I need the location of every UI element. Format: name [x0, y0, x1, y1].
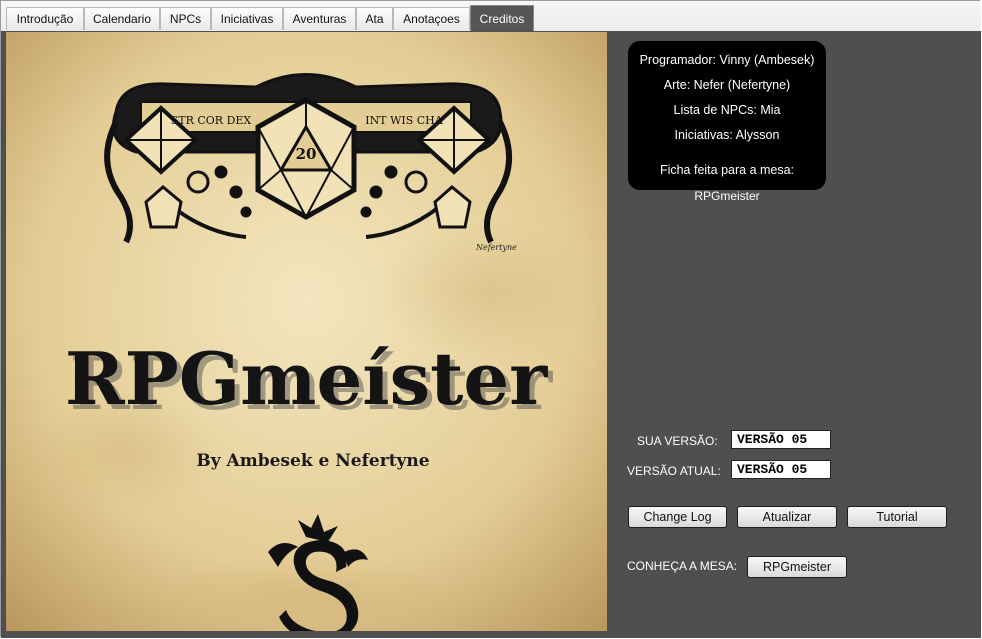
- tab-creditos[interactable]: Creditos: [470, 5, 534, 31]
- artist-signature: Nefertyne: [475, 243, 517, 252]
- meet-table-label: CONHEÇA A MESA:: [627, 559, 738, 573]
- credit-npc-list: Lista de NPCs: Mia: [673, 103, 781, 117]
- credit-made-for: Ficha feita para a mesa:: [659, 163, 795, 177]
- credit-programmer: Programador: Vinny (Ambesek): [639, 53, 815, 67]
- tab-calendario[interactable]: Calendario: [84, 7, 160, 30]
- tab-introducao[interactable]: Introdução: [6, 7, 84, 30]
- tab-ata[interactable]: Ata: [356, 7, 393, 30]
- poster-title: RPGmeíster: [65, 336, 548, 421]
- dice-label-right: INT WIS CHA: [365, 114, 443, 127]
- current-version-value: VERSÃO 05: [731, 460, 831, 479]
- credits-box: Programador: Vinny (Ambesek) Arte: Nefer…: [628, 41, 826, 190]
- poster-subtitle: By Ambesek e Nefertyne: [196, 451, 429, 471]
- your-version-value: VERSÃO 05: [731, 430, 831, 449]
- credit-initiatives: Iniciativas: Alysson: [674, 128, 780, 142]
- credit-art: Arte: Nefer (Nefertyne): [663, 78, 791, 92]
- tab-bar: Introdução Calendario NPCs Iniciativas A…: [1, 1, 981, 32]
- app-window: Introdução Calendario NPCs Iniciativas A…: [0, 0, 981, 638]
- update-button[interactable]: Atualizar: [737, 506, 837, 528]
- tab-iniciativas[interactable]: Iniciativas: [211, 7, 283, 30]
- credit-table-name: RPGmeister: [694, 189, 760, 203]
- rpgmeister-poster: 20 STR COR DEX INT WIS CHA Nefertyne RPG…: [6, 32, 607, 631]
- your-version-label: SUA VERSÃO:: [637, 434, 718, 448]
- tab-npcs[interactable]: NPCs: [160, 7, 211, 30]
- credits-panel: 20 STR COR DEX INT WIS CHA Nefertyne RPG…: [1, 31, 981, 638]
- meet-table-button[interactable]: RPGmeister: [747, 556, 847, 578]
- d20-face-number: 20: [296, 145, 317, 163]
- tutorial-button[interactable]: Tutorial: [847, 506, 947, 528]
- tab-anotacoes[interactable]: Anotaçoes: [393, 7, 470, 30]
- tab-aventuras[interactable]: Aventuras: [283, 7, 356, 30]
- changelog-button[interactable]: Change Log: [628, 506, 727, 528]
- current-version-label: VERSÃO ATUAL:: [627, 464, 721, 478]
- dice-label-left: STR COR DEX: [171, 114, 252, 127]
